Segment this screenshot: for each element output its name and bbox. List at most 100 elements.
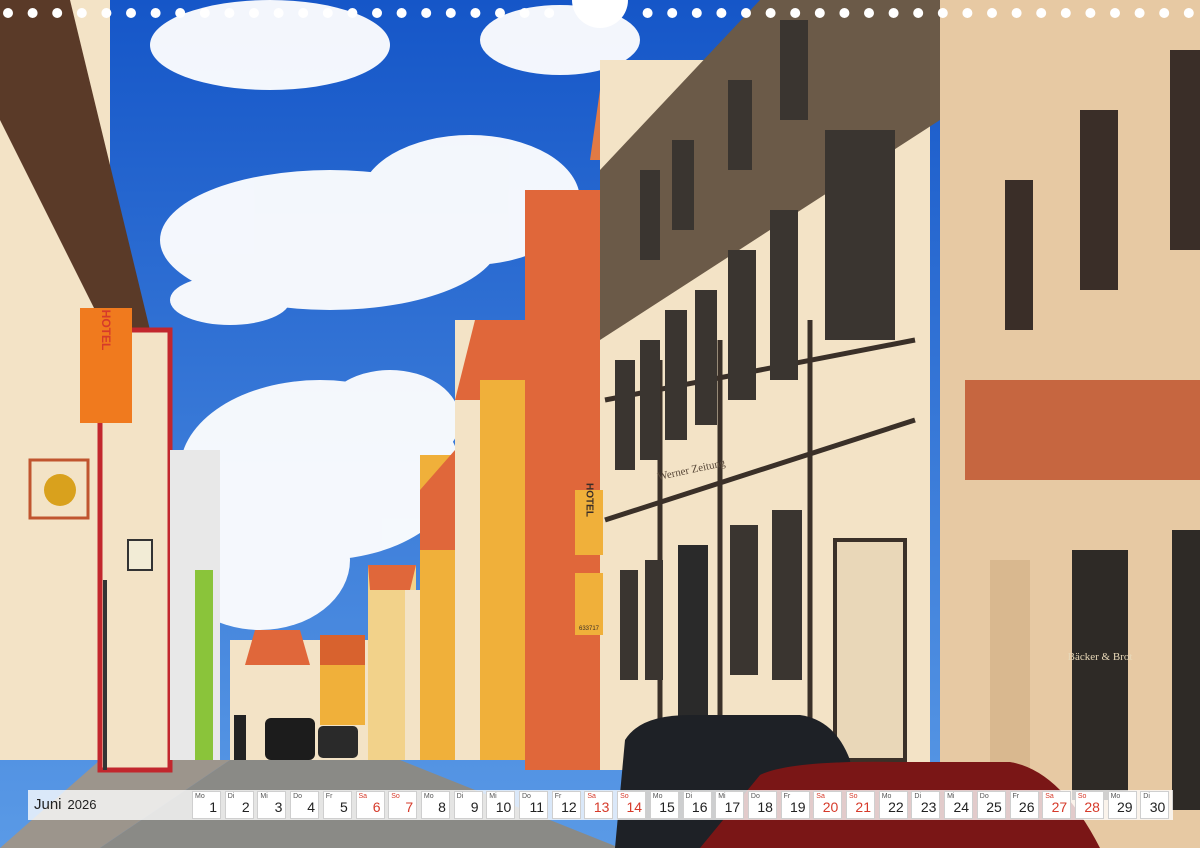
binding-hole: [1011, 8, 1022, 18]
binding-hole: [273, 8, 284, 18]
binding-hole: [519, 8, 530, 18]
day-number: 17: [724, 799, 741, 815]
binding-hole: [249, 8, 259, 18]
binding-hole: [495, 8, 505, 18]
binding-hole: [421, 8, 432, 18]
binding-hole: [27, 8, 38, 18]
day-number: 1: [209, 799, 217, 815]
month-name: Juni: [34, 796, 62, 813]
day-number: 28: [1084, 799, 1100, 815]
binding-hole: [864, 8, 874, 18]
day-cell: Di 23: [911, 791, 941, 819]
pedestrian: [234, 715, 246, 760]
day-cell: Mi 17: [715, 791, 745, 819]
binding-hole: [716, 8, 727, 18]
day-cell: Di 16: [682, 791, 712, 819]
dark-door: [678, 545, 708, 725]
house-yellow: [480, 380, 530, 760]
binding-hole: [1134, 8, 1145, 18]
day-number: 12: [561, 799, 577, 815]
weekday-abbr: So: [391, 793, 400, 800]
binding-hole: [1060, 8, 1071, 18]
weekday-abbr: Do: [293, 793, 303, 800]
day-cell: Fr 5: [322, 791, 352, 819]
day-number: 18: [757, 799, 773, 815]
binding-hole: [839, 8, 850, 18]
day-cell: Fr 26: [1009, 791, 1039, 819]
day-number: 20: [822, 799, 839, 815]
hotel-hanging-sign-text: HOTEL: [584, 483, 595, 517]
doorway: [833, 538, 907, 762]
binding-hole: [445, 8, 456, 18]
day-number: 8: [438, 799, 446, 815]
weekday-abbr: Sa: [358, 793, 368, 800]
hanger-notch: [572, 0, 628, 28]
weekday-abbr: Mo: [195, 793, 205, 800]
day-number: 23: [920, 799, 937, 815]
day-cell: Mi 24: [944, 791, 974, 819]
day-cell: So 21: [846, 791, 875, 819]
weekday-abbr: Fr: [325, 793, 333, 800]
binding-hole: [76, 8, 87, 18]
binding-hole: [790, 8, 801, 18]
day-number: 22: [888, 799, 904, 815]
binding-hole: [150, 8, 161, 18]
day-number: 11: [529, 799, 544, 815]
day-number: 4: [307, 799, 316, 815]
day-number: 7: [405, 799, 414, 815]
day-cell: Do 4: [290, 791, 320, 819]
day-cell: Do 18: [747, 791, 777, 819]
day-number: 10: [495, 799, 512, 815]
binding-hole: [544, 8, 555, 18]
day-number: 6: [372, 799, 381, 815]
day-cell: Sa 6: [355, 791, 385, 819]
binding-hole: [126, 8, 136, 18]
binding-hole: [372, 8, 382, 18]
day-cell: Mo 22: [878, 791, 908, 819]
day-number: 2: [241, 799, 250, 815]
phone-number-text: 633717: [579, 626, 600, 632]
day-cell: Mi 3: [257, 791, 287, 819]
day-cell: Mo 1: [192, 791, 221, 819]
day-number: 19: [790, 799, 806, 815]
day-cell: Di 2: [224, 791, 254, 819]
binding-hole: [3, 8, 13, 18]
calendar-binding: [3, 0, 1194, 28]
binding-hole: [1085, 8, 1096, 18]
day-number: 3: [274, 799, 283, 815]
day-cell: Sa 13: [584, 791, 614, 819]
binding-hole: [765, 8, 776, 18]
day-cell: So 28: [1074, 791, 1104, 819]
binding-hole: [888, 8, 899, 18]
weekday-abbr: Di: [456, 793, 464, 800]
day-number: 26: [1018, 799, 1035, 815]
binding-hole: [396, 8, 407, 18]
binding-hole: [691, 8, 702, 18]
street-photo: HOTEL HOTEL 633717 Werner Zeitung Bäcker…: [0, 0, 1200, 848]
binding-hole: [175, 8, 186, 18]
month-label: Juni 2026: [34, 796, 96, 813]
day-cell: Fr 12: [551, 791, 581, 819]
day-cell: Di 9: [453, 791, 483, 819]
day-number: 14: [626, 799, 643, 815]
year: 2026: [67, 797, 97, 812]
day-number: 24: [953, 799, 970, 815]
weekday-abbr: Mi: [260, 793, 268, 800]
day-cell: So 14: [617, 791, 647, 819]
binding-hole: [101, 8, 112, 18]
shop-window-text: Bäcker & Brot: [1068, 651, 1133, 663]
day-number: 30: [1149, 799, 1166, 815]
day-number: 25: [986, 799, 1002, 815]
binding-hole: [741, 8, 751, 18]
day-number: 21: [855, 799, 871, 815]
arch-door: [990, 560, 1030, 770]
day-cell: Do 11: [519, 791, 548, 819]
day-cell: So 7: [388, 791, 418, 819]
binding-hole: [1110, 8, 1120, 18]
binding-hole: [298, 8, 309, 18]
binding-hole: [814, 8, 825, 18]
binding-hole: [667, 8, 678, 18]
day-cell: Mo 29: [1107, 791, 1137, 819]
green-shopfront: [195, 570, 213, 760]
weekday-abbr: Mo: [423, 793, 434, 800]
